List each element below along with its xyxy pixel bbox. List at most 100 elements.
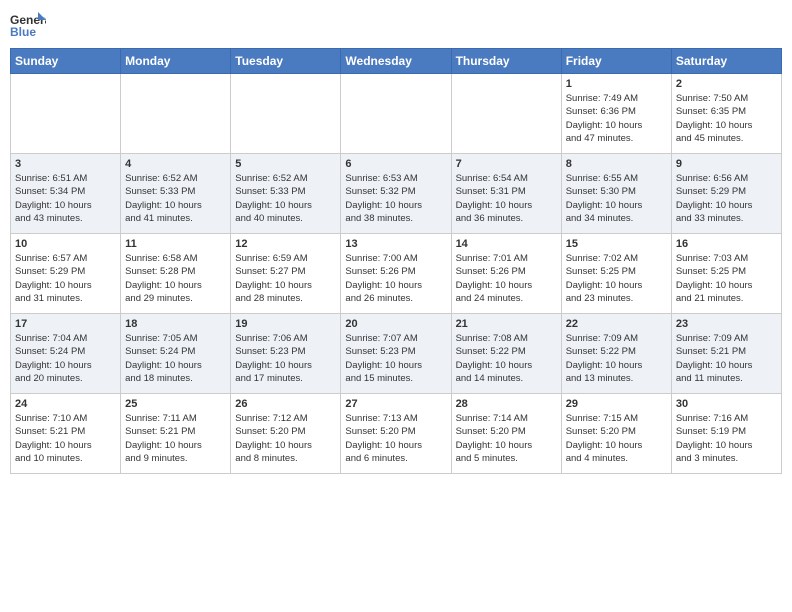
calendar-cell: 12Sunrise: 6:59 AM Sunset: 5:27 PM Dayli…: [231, 234, 341, 314]
calendar-cell: 7Sunrise: 6:54 AM Sunset: 5:31 PM Daylig…: [451, 154, 561, 234]
day-info: Sunrise: 7:00 AM Sunset: 5:26 PM Dayligh…: [345, 252, 446, 305]
day-number: 9: [676, 158, 777, 170]
day-info: Sunrise: 6:51 AM Sunset: 5:34 PM Dayligh…: [15, 172, 116, 225]
day-info: Sunrise: 7:13 AM Sunset: 5:20 PM Dayligh…: [345, 412, 446, 465]
day-number: 16: [676, 238, 777, 250]
calendar-cell: 28 Sunrise: 7:14 AM Sunset: 5:20 PM Dayli…: [451, 394, 561, 474]
day-number: 6: [345, 158, 446, 170]
calendar-cell: 9 Sunrise: 6:56 AM Sunset: 5:29 PM Daylig…: [671, 154, 781, 234]
calendar-cell: 23Sunrise: 7:09 AM Sunset: 5:21 PM Dayli…: [671, 314, 781, 394]
calendar-cell: 6 Sunrise: 6:53 AM Sunset: 5:32 PM Daylig…: [341, 154, 451, 234]
calendar-cell: 21 Sunrise: 7:08 AM Sunset: 5:22 PM Dayli…: [451, 314, 561, 394]
day-info: Sunrise: 7:08 AM Sunset: 5:22 PM Dayligh…: [456, 332, 557, 385]
calendar-week-row: 24 Sunrise: 7:10 AM Sunset: 5:21 PM Dayli…: [11, 394, 782, 474]
calendar-cell: 24 Sunrise: 7:10 AM Sunset: 5:21 PM Dayli…: [11, 394, 121, 474]
calendar-cell: 2 Sunrise: 7:50 AM Sunset: 6:35 PM Daylig…: [671, 74, 781, 154]
svg-text:Blue: Blue: [10, 25, 36, 39]
day-number: 20: [345, 318, 446, 330]
day-info: Sunrise: 7:04 AM Sunset: 5:24 PM Dayligh…: [15, 332, 116, 385]
calendar-cell: 30 Sunrise: 7:16 AM Sunset: 5:19 PM Dayli…: [671, 394, 781, 474]
calendar-cell: 1Sunrise: 7:49 AM Sunset: 6:36 PM Daylig…: [561, 74, 671, 154]
calendar-table: SundayMondayTuesdayWednesdayThursdayFrid…: [10, 48, 782, 474]
day-info: Sunrise: 6:53 AM Sunset: 5:32 PM Dayligh…: [345, 172, 446, 225]
day-number: 2: [676, 78, 777, 90]
calendar-cell: 25Sunrise: 7:11 AM Sunset: 5:21 PM Dayli…: [121, 394, 231, 474]
calendar-week-row: 10 Sunrise: 6:57 AM Sunset: 5:29 PM Dayli…: [11, 234, 782, 314]
calendar-cell: 13 Sunrise: 7:00 AM Sunset: 5:26 PM Dayli…: [341, 234, 451, 314]
calendar-cell: 17 Sunrise: 7:04 AM Sunset: 5:24 PM Dayli…: [11, 314, 121, 394]
day-number: 23: [676, 318, 777, 330]
calendar-cell: 19 Sunrise: 7:06 AM Sunset: 5:23 PM Dayli…: [231, 314, 341, 394]
day-number: 21: [456, 318, 557, 330]
day-number: 13: [345, 238, 446, 250]
day-number: 26: [235, 398, 336, 410]
day-number: 12: [235, 238, 336, 250]
calendar-body: 1Sunrise: 7:49 AM Sunset: 6:36 PM Daylig…: [11, 74, 782, 474]
calendar-cell: 3 Sunrise: 6:51 AM Sunset: 5:34 PM Daylig…: [11, 154, 121, 234]
day-info: Sunrise: 7:11 AM Sunset: 5:21 PM Dayligh…: [125, 412, 226, 465]
calendar-cell: 18 Sunrise: 7:05 AM Sunset: 5:24 PM Dayli…: [121, 314, 231, 394]
day-info: Sunrise: 7:12 AM Sunset: 5:20 PM Dayligh…: [235, 412, 336, 465]
day-info: Sunrise: 6:52 AM Sunset: 5:33 PM Dayligh…: [235, 172, 336, 225]
calendar-cell: 5 Sunrise: 6:52 AM Sunset: 5:33 PM Daylig…: [231, 154, 341, 234]
day-number: 18: [125, 318, 226, 330]
calendar-cell: [11, 74, 121, 154]
calendar-cell: 27 Sunrise: 7:13 AM Sunset: 5:20 PM Dayli…: [341, 394, 451, 474]
calendar-cell: 11 Sunrise: 6:58 AM Sunset: 5:28 PM Dayli…: [121, 234, 231, 314]
calendar-header-row: SundayMondayTuesdayWednesdayThursdayFrid…: [11, 49, 782, 74]
weekday-header-friday: Friday: [561, 49, 671, 74]
weekday-header-tuesday: Tuesday: [231, 49, 341, 74]
day-number: 11: [125, 238, 226, 250]
day-info: Sunrise: 7:10 AM Sunset: 5:21 PM Dayligh…: [15, 412, 116, 465]
weekday-header-monday: Monday: [121, 49, 231, 74]
day-info: Sunrise: 7:15 AM Sunset: 5:20 PM Dayligh…: [566, 412, 667, 465]
day-info: Sunrise: 7:50 AM Sunset: 6:35 PM Dayligh…: [676, 92, 777, 145]
day-info: Sunrise: 7:07 AM Sunset: 5:23 PM Dayligh…: [345, 332, 446, 385]
calendar-week-row: 1Sunrise: 7:49 AM Sunset: 6:36 PM Daylig…: [11, 74, 782, 154]
calendar-week-row: 17 Sunrise: 7:04 AM Sunset: 5:24 PM Dayli…: [11, 314, 782, 394]
calendar-week-row: 3 Sunrise: 6:51 AM Sunset: 5:34 PM Daylig…: [11, 154, 782, 234]
calendar-cell: [341, 74, 451, 154]
day-number: 24: [15, 398, 116, 410]
day-number: 29: [566, 398, 667, 410]
calendar-cell: 4 Sunrise: 6:52 AM Sunset: 5:33 PM Daylig…: [121, 154, 231, 234]
day-number: 28: [456, 398, 557, 410]
day-number: 17: [15, 318, 116, 330]
calendar-cell: 22Sunrise: 7:09 AM Sunset: 5:22 PM Dayli…: [561, 314, 671, 394]
day-number: 30: [676, 398, 777, 410]
calendar-cell: 10 Sunrise: 6:57 AM Sunset: 5:29 PM Dayli…: [11, 234, 121, 314]
day-number: 27: [345, 398, 446, 410]
day-number: 5: [235, 158, 336, 170]
page-header: General Blue: [10, 10, 782, 40]
day-info: Sunrise: 7:03 AM Sunset: 5:25 PM Dayligh…: [676, 252, 777, 305]
day-info: Sunrise: 7:01 AM Sunset: 5:26 PM Dayligh…: [456, 252, 557, 305]
day-number: 15: [566, 238, 667, 250]
weekday-header-wednesday: Wednesday: [341, 49, 451, 74]
weekday-header-thursday: Thursday: [451, 49, 561, 74]
day-number: 10: [15, 238, 116, 250]
day-number: 14: [456, 238, 557, 250]
calendar-cell: [121, 74, 231, 154]
logo: General Blue: [10, 10, 46, 40]
day-number: 19: [235, 318, 336, 330]
day-number: 4: [125, 158, 226, 170]
day-info: Sunrise: 6:57 AM Sunset: 5:29 PM Dayligh…: [15, 252, 116, 305]
calendar-cell: 15Sunrise: 7:02 AM Sunset: 5:25 PM Dayli…: [561, 234, 671, 314]
day-info: Sunrise: 7:06 AM Sunset: 5:23 PM Dayligh…: [235, 332, 336, 385]
day-info: Sunrise: 7:05 AM Sunset: 5:24 PM Dayligh…: [125, 332, 226, 385]
day-number: 3: [15, 158, 116, 170]
day-info: Sunrise: 7:16 AM Sunset: 5:19 PM Dayligh…: [676, 412, 777, 465]
logo-icon: General Blue: [10, 10, 46, 40]
calendar-cell: [231, 74, 341, 154]
day-info: Sunrise: 6:52 AM Sunset: 5:33 PM Dayligh…: [125, 172, 226, 225]
day-info: Sunrise: 6:58 AM Sunset: 5:28 PM Dayligh…: [125, 252, 226, 305]
calendar-cell: 8Sunrise: 6:55 AM Sunset: 5:30 PM Daylig…: [561, 154, 671, 234]
day-number: 8: [566, 158, 667, 170]
calendar-cell: 29 Sunrise: 7:15 AM Sunset: 5:20 PM Dayli…: [561, 394, 671, 474]
day-info: Sunrise: 6:56 AM Sunset: 5:29 PM Dayligh…: [676, 172, 777, 225]
day-info: Sunrise: 7:49 AM Sunset: 6:36 PM Dayligh…: [566, 92, 667, 145]
weekday-header-sunday: Sunday: [11, 49, 121, 74]
day-info: Sunrise: 7:14 AM Sunset: 5:20 PM Dayligh…: [456, 412, 557, 465]
weekday-header-saturday: Saturday: [671, 49, 781, 74]
calendar-cell: 14 Sunrise: 7:01 AM Sunset: 5:26 PM Dayli…: [451, 234, 561, 314]
